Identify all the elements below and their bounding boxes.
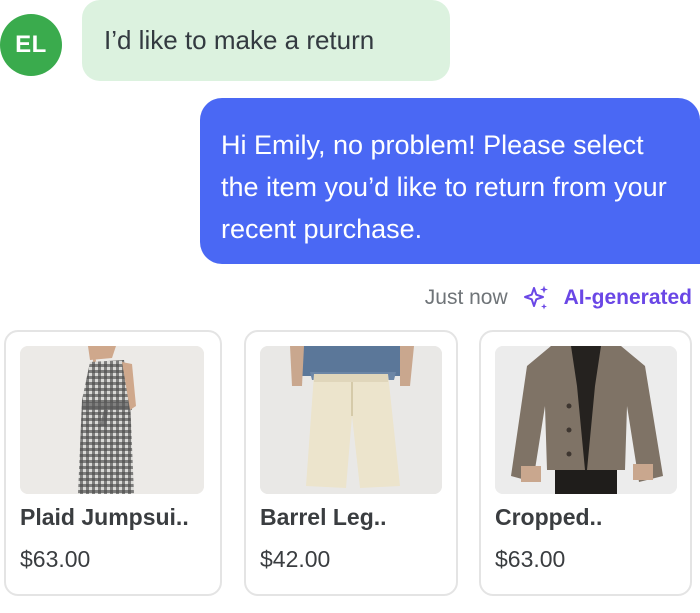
product-name: Cropped.. xyxy=(495,504,603,530)
customer-message-text: I’d like to make a return xyxy=(104,25,375,55)
ai-generated-badge: AI-generated xyxy=(522,284,692,312)
sparkle-icon xyxy=(523,285,548,310)
jumpsuit-photo xyxy=(20,346,204,494)
message-timestamp: Just now xyxy=(424,286,508,309)
avatar-initials: EL xyxy=(15,31,47,58)
product-price: $63.00 xyxy=(495,546,566,572)
product-price: $63.00 xyxy=(20,546,91,572)
agent-message-text: Hi Emily, no problem! Please select the … xyxy=(221,130,667,244)
product-card-plaid-jumpsuit[interactable]: Plaid Jumpsui.. $63.00 xyxy=(4,330,222,596)
ai-generated-label: AI-generated xyxy=(563,286,692,309)
jacket-photo xyxy=(495,346,677,494)
product-card-cropped-jacket[interactable]: Cropped.. $63.00 xyxy=(479,330,692,596)
agent-message-bubble: Hi Emily, no problem! Please select the … xyxy=(200,98,700,264)
product-name: Barrel Leg.. xyxy=(260,504,387,530)
trousers-photo xyxy=(260,346,442,494)
product-name: Plaid Jumpsui.. xyxy=(20,504,189,530)
product-card-barrel-leg[interactable]: Barrel Leg.. $42.00 xyxy=(244,330,458,596)
customer-message-bubble: I’d like to make a return xyxy=(82,0,450,81)
product-price: $42.00 xyxy=(260,546,331,572)
message-meta: Just now AI-generated xyxy=(425,282,692,314)
customer-avatar: EL xyxy=(0,14,62,76)
